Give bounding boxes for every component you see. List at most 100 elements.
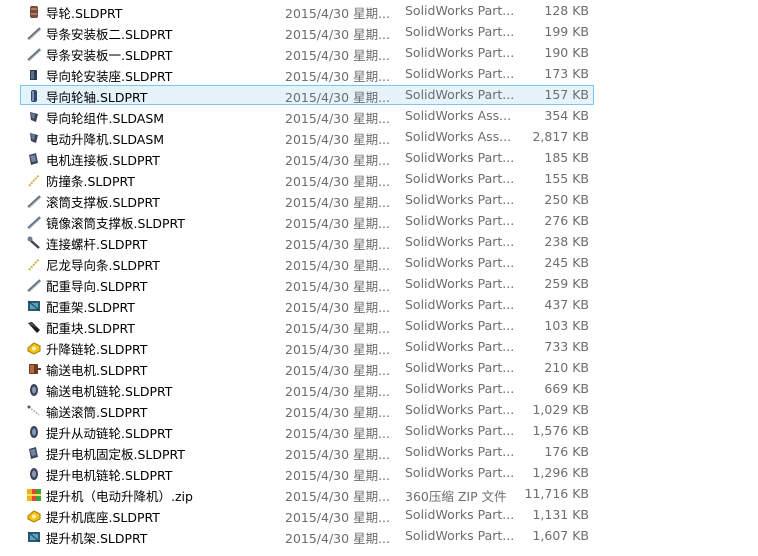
file-size: 259 KB: [544, 276, 589, 291]
file-type: SolidWorks Part...: [405, 360, 515, 375]
file-name: 提升机底座.SLDPRT: [46, 510, 160, 525]
file-name: 配重导向.SLDPRT: [46, 279, 148, 294]
file-row[interactable]: 防撞条.SLDPRT 2015/4/30 星期... SolidWorks Part…: [20, 169, 594, 189]
file-name: 镜像滚筒支撑板.SLDPRT: [46, 216, 185, 231]
file-date-modified: 2015/4/30 星期...: [285, 468, 390, 483]
file-row[interactable]: 提升从动链轮.SLDPRT 2015/4/30 星期... SolidWorks P…: [20, 421, 594, 441]
file-name: 提升从动链轮.SLDPRT: [46, 426, 173, 441]
file-row[interactable]: 升降链轮.SLDPRT 2015/4/30 星期... SolidWorks Par…: [20, 337, 594, 357]
file-name: 输送电机.SLDPRT: [46, 363, 148, 378]
frame-part-icon: [27, 300, 41, 312]
file-row[interactable]: 导向轮安装座.SLDPRT 2015/4/30 星期... SolidWorks P…: [20, 64, 594, 84]
file-row[interactable]: 提升电机固定板.SLDPRT 2015/4/30 星期... SolidWorks …: [20, 442, 594, 462]
file-type: SolidWorks Part...: [405, 444, 515, 459]
file-name: 提升机架.SLDPRT: [46, 531, 148, 546]
file-size: 250 KB: [544, 192, 589, 207]
file-type: SolidWorks Part...: [405, 297, 515, 312]
rail-part-icon: [27, 27, 42, 41]
file-size: 2,817 KB: [532, 129, 589, 144]
file-date-modified: 2015/4/30 星期...: [285, 90, 390, 105]
file-size: 210 KB: [544, 360, 589, 375]
file-row[interactable]: 提升电机链轮.SLDPRT 2015/4/30 星期... SolidWorks P…: [20, 463, 594, 483]
file-row[interactable]: 提升机（电动升降机）.zip 2015/4/30 星期... 360压缩 ZIP 文…: [20, 484, 594, 504]
bolt-part-icon: [27, 236, 40, 249]
file-date-modified: 2015/4/30 星期...: [285, 153, 390, 168]
roller-part-icon: [27, 405, 40, 416]
file-row[interactable]: 输送电机链轮.SLDPRT 2015/4/30 星期... SolidWorks P…: [20, 379, 594, 399]
file-type: SolidWorks Part...: [405, 318, 515, 333]
file-name: 配重块.SLDPRT: [46, 321, 135, 336]
file-type: SolidWorks Part...: [405, 87, 515, 102]
file-row[interactable]: 输送滚筒.SLDPRT 2015/4/30 星期... SolidWorks Par…: [20, 400, 594, 420]
file-date-modified: 2015/4/30 星期...: [285, 300, 390, 315]
assembly-icon: [30, 133, 38, 143]
file-type: SolidWorks Part...: [405, 192, 515, 207]
rail-part-icon: [27, 48, 42, 62]
file-type: SolidWorks Part...: [405, 213, 515, 228]
file-name: 防撞条.SLDPRT: [46, 174, 135, 189]
file-row[interactable]: 导轮.SLDPRT 2015/4/30 星期... SolidWorks Part.…: [20, 1, 594, 21]
file-date-modified: 2015/4/30 星期...: [285, 174, 390, 189]
file-row[interactable]: 配重导向.SLDPRT 2015/4/30 星期... SolidWorks Par…: [20, 274, 594, 294]
file-type: SolidWorks Part...: [405, 402, 515, 417]
file-size: 1,131 KB: [532, 507, 589, 522]
rail-part-icon: [27, 195, 42, 209]
file-name: 提升机（电动升降机）.zip: [46, 489, 193, 504]
file-date-modified: 2015/4/30 星期...: [285, 69, 390, 84]
file-date-modified: 2015/4/30 星期...: [285, 279, 390, 294]
file-date-modified: 2015/4/30 星期...: [285, 27, 390, 42]
file-row[interactable]: 导条安装板一.SLDPRT 2015/4/30 星期... SolidWorks P…: [20, 43, 594, 63]
file-size: 354 KB: [544, 108, 589, 123]
file-name: 输送电机链轮.SLDPRT: [46, 384, 173, 399]
file-type: SolidWorks Part...: [405, 507, 515, 522]
file-date-modified: 2015/4/30 星期...: [285, 48, 390, 63]
file-date-modified: 2015/4/30 星期...: [285, 447, 390, 462]
file-size: 733 KB: [544, 339, 589, 354]
file-date-modified: 2015/4/30 星期...: [285, 258, 390, 273]
file-name: 电动升降机.SLDASM: [46, 132, 165, 147]
file-row[interactable]: 镜像滚筒支撑板.SLDPRT 2015/4/30 星期... SolidWorks …: [20, 211, 594, 231]
strip-part-icon: [28, 174, 40, 187]
file-row[interactable]: 导向轮组件.SLDASM 2015/4/30 星期... SolidWorks As…: [20, 106, 594, 126]
file-size: 1,576 KB: [532, 423, 589, 438]
zip-archive-icon: [27, 489, 41, 501]
file-type: SolidWorks Part...: [405, 528, 515, 543]
file-row[interactable]: 电机连接板.SLDPRT 2015/4/30 星期... SolidWorks Pa…: [20, 148, 594, 168]
file-type: SolidWorks Part...: [405, 171, 515, 186]
file-date-modified: 2015/4/30 星期...: [285, 363, 390, 378]
file-row[interactable]: 导条安装板二.SLDPRT 2015/4/30 星期... SolidWorks P…: [20, 22, 594, 42]
file-row[interactable]: 提升机架.SLDPRT 2015/4/30 星期... SolidWorks Par…: [20, 526, 594, 546]
file-row[interactable]: 尼龙导向条.SLDPRT 2015/4/30 星期... SolidWorks Pa…: [20, 253, 594, 273]
file-row[interactable]: 提升机底座.SLDPRT 2015/4/30 星期... SolidWorks Pa…: [20, 505, 594, 525]
file-row[interactable]: 输送电机.SLDPRT 2015/4/30 星期... SolidWorks Par…: [20, 358, 594, 378]
file-type: SolidWorks Part...: [405, 45, 515, 60]
file-row[interactable]: 电动升降机.SLDASM 2015/4/30 星期... SolidWorks As…: [20, 127, 594, 147]
file-type: SolidWorks Part...: [405, 3, 515, 18]
file-row[interactable]: 配重块.SLDPRT 2015/4/30 星期... SolidWorks Part…: [20, 316, 594, 336]
file-name: 输送滚筒.SLDPRT: [46, 405, 148, 420]
file-row[interactable]: 连接螺杆.SLDPRT 2015/4/30 星期... SolidWorks Par…: [20, 232, 594, 252]
file-type: SolidWorks Part...: [405, 381, 515, 396]
file-row[interactable]: 导向轮轴.SLDPRT 2015/4/30 星期... SolidWorks Par…: [20, 85, 594, 105]
file-date-modified: 2015/4/30 星期...: [285, 384, 390, 399]
yellow-part-icon: [27, 510, 41, 523]
file-name: 电机连接板.SLDPRT: [46, 153, 160, 168]
file-date-modified: 2015/4/30 星期...: [285, 510, 390, 525]
file-date-modified: 2015/4/30 星期...: [285, 321, 390, 336]
file-size: 276 KB: [544, 213, 589, 228]
file-size: 11,716 KB: [524, 486, 589, 501]
file-row[interactable]: 滚筒支撑板.SLDPRT 2015/4/30 星期... SolidWorks Pa…: [20, 190, 594, 210]
motor-part-icon: [29, 364, 41, 374]
file-type: SolidWorks Part...: [405, 276, 515, 291]
file-row[interactable]: 配重架.SLDPRT 2015/4/30 星期... SolidWorks Part…: [20, 295, 594, 315]
file-name: 导条安装板一.SLDPRT: [46, 48, 173, 63]
file-name: 导向轮轴.SLDPRT: [46, 90, 148, 105]
file-name: 尼龙导向条.SLDPRT: [46, 258, 160, 273]
file-name: 滚筒支撑板.SLDPRT: [46, 195, 160, 210]
file-name: 导轮.SLDPRT: [46, 6, 123, 21]
file-name: 导条安装板二.SLDPRT: [46, 27, 173, 42]
file-type: SolidWorks Part...: [405, 255, 515, 270]
file-size: 1,296 KB: [532, 465, 589, 480]
file-size: 176 KB: [544, 444, 589, 459]
file-date-modified: 2015/4/30 星期...: [285, 195, 390, 210]
